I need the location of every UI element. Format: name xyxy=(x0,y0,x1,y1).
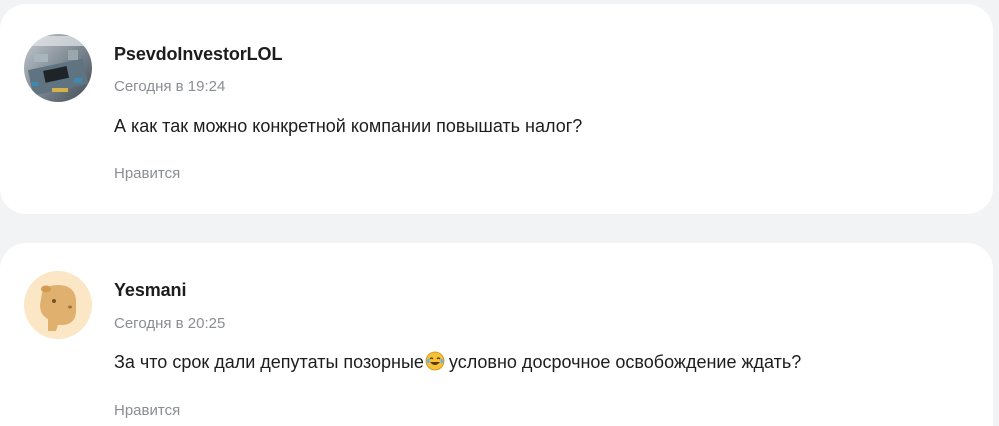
user-avatar[interactable] xyxy=(24,34,92,102)
comments-feed: PsevdoInvestorLOL Сегодня в 19:24 А как … xyxy=(0,0,999,426)
comment-card: PsevdoInvestorLOL Сегодня в 19:24 А как … xyxy=(0,4,993,214)
comment-timestamp: Сегодня в 19:24 xyxy=(114,78,226,95)
circuit-board-photo-avatar-icon xyxy=(24,34,92,102)
laughing-tears-emoji-icon xyxy=(425,351,445,371)
comment-card: Yesmani Сегодня в 20:25 За что срок дали… xyxy=(0,243,993,426)
comment-text: А как так можно конкретной компании повы… xyxy=(114,116,583,136)
like-button[interactable]: Нравится xyxy=(114,165,180,182)
comment-timestamp: Сегодня в 20:25 xyxy=(114,315,226,332)
user-avatar[interactable] xyxy=(24,271,92,339)
comment-text-part: условно досрочное освобождение ждать? xyxy=(448,352,802,372)
capybara-avatar-icon xyxy=(24,271,92,339)
comment-author[interactable]: Yesmani xyxy=(114,280,186,301)
comment-text-part: За что срок дали депутаты позорные xyxy=(114,352,424,372)
comment-text: За что срок дали депутаты позорные услов… xyxy=(114,351,801,373)
like-button[interactable]: Нравится xyxy=(114,402,180,419)
comment-author[interactable]: PsevdoInvestorLOL xyxy=(114,44,282,65)
